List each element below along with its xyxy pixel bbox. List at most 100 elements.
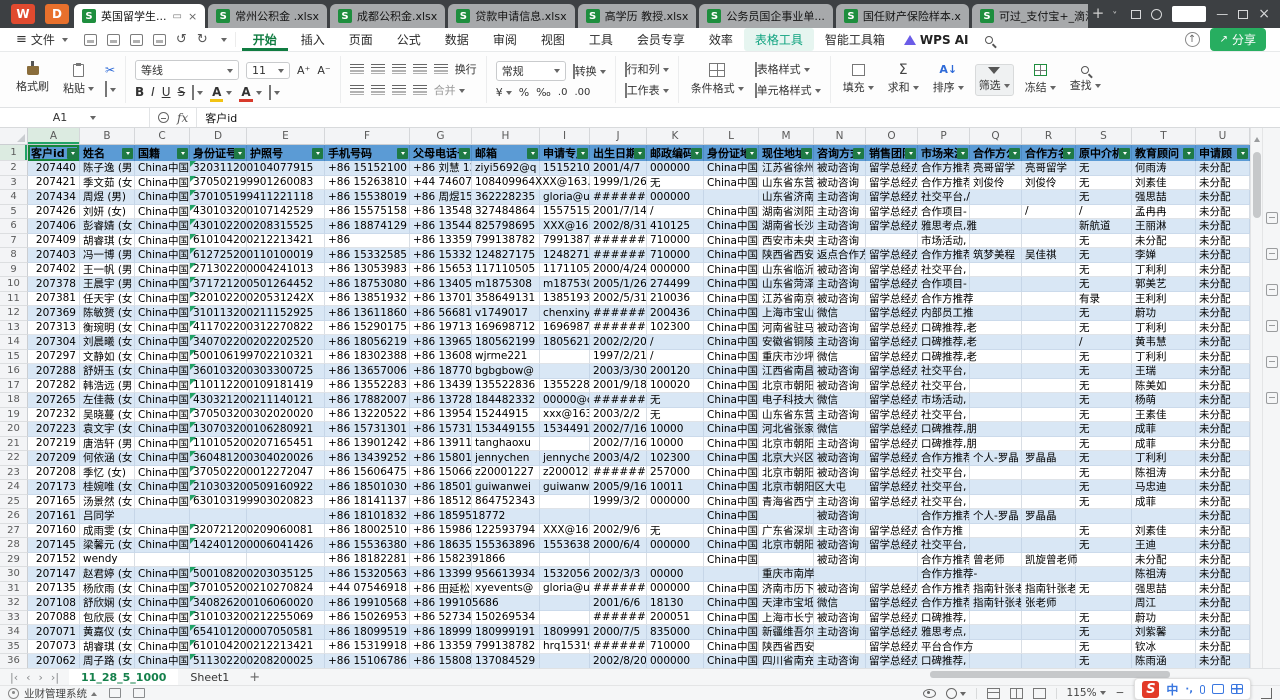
header-cell-D1[interactable]: 身份证号	[190, 145, 247, 161]
cell-B25[interactable]: 汤景然 (女	[80, 495, 135, 510]
row-header-35[interactable]: 35	[0, 640, 28, 655]
cell-G29[interactable]: +86 1582391866	[410, 553, 472, 568]
cell-B36[interactable]: 周子路 (女	[80, 654, 135, 668]
cell-C18[interactable]: China中国	[135, 393, 190, 408]
cell-D11[interactable]: 32010220020531242X	[190, 292, 247, 307]
cell-S13[interactable]: 无	[1076, 321, 1132, 336]
cell-C22[interactable]: China中国	[135, 451, 190, 466]
cell-N30[interactable]	[814, 567, 866, 582]
document-tab-5[interactable]: S公务员国企事业单...	[699, 4, 833, 28]
cell-M33[interactable]: 上海市长宁	[759, 611, 814, 626]
cell-H27[interactable]: 122593794	[472, 524, 540, 539]
cell-M21[interactable]: 北京市朝阳	[759, 437, 814, 452]
cell-G6[interactable]: +86 1354402198	[410, 219, 472, 234]
cell-U15[interactable]: 未分配	[1196, 350, 1250, 365]
cell-A25[interactable]: 207165	[28, 495, 80, 510]
cell-R30[interactable]	[1022, 567, 1076, 582]
filter-button-K[interactable]	[691, 148, 702, 159]
align-right-icon[interactable]	[392, 85, 406, 95]
cell-P32[interactable]: 合作方推荐	[918, 596, 970, 611]
side-panel-icon-1[interactable]	[1266, 212, 1278, 224]
cell-G27[interactable]: +86 1598680231	[410, 524, 472, 539]
cell-F35[interactable]: +86 15319918	[325, 640, 410, 655]
row-header-18[interactable]: 18	[0, 393, 28, 408]
cell-J31[interactable]: ########	[590, 582, 647, 597]
cell-I32[interactable]	[540, 596, 590, 611]
cell-K24[interactable]: 10011	[647, 480, 704, 495]
cell-P8[interactable]: 合作方推荐	[918, 248, 970, 263]
cell-J32[interactable]: 2001/6/6	[590, 596, 647, 611]
cell-L14[interactable]: China中国	[704, 335, 759, 350]
cell-K17[interactable]: 100020	[647, 379, 704, 394]
cell-K32[interactable]: 18130	[647, 596, 704, 611]
side-panel-icon-4[interactable]	[1266, 320, 1278, 332]
cell-F3[interactable]: +86 15263810	[325, 176, 410, 191]
cell-R11[interactable]	[1022, 292, 1076, 307]
cell-Q7[interactable]	[970, 234, 1022, 249]
cell-G33[interactable]: +86 52734062	[410, 611, 472, 626]
cell-D31[interactable]: 370105200210270824	[190, 582, 247, 597]
cell-S19[interactable]: 无	[1076, 408, 1132, 423]
cell-U36[interactable]: 未分配	[1196, 654, 1250, 668]
cell-K11[interactable]: 210036	[647, 292, 704, 307]
cell-I16[interactable]	[540, 364, 590, 379]
cell-L21[interactable]: China中国	[704, 437, 759, 452]
cell-M31[interactable]: 济南市历下	[759, 582, 814, 597]
cell-U29[interactable]: 未分配	[1196, 553, 1250, 568]
cell-U35[interactable]: 未分配	[1196, 640, 1250, 655]
cell-G4[interactable]: +86 周煜155380	[410, 190, 472, 205]
cell-T14[interactable]: 黄韦慧	[1132, 335, 1196, 350]
column-header-P[interactable]: P	[918, 128, 970, 145]
cell-T6[interactable]: 王丽淋	[1132, 219, 1196, 234]
cell-K18[interactable]: 无	[647, 393, 704, 408]
cell-D13[interactable]: 411702200312270822	[190, 321, 247, 336]
cell-S29[interactable]	[1076, 553, 1132, 568]
cell-C35[interactable]: China中国	[135, 640, 190, 655]
cell-Q36[interactable]	[970, 654, 1022, 668]
cell-B19[interactable]: 吴晓蔓 (女	[80, 408, 135, 423]
cell-J5[interactable]: 2001/7/14	[590, 205, 647, 220]
row-header-8[interactable]: 8	[0, 248, 28, 263]
cell-K14[interactable]: /	[647, 335, 704, 350]
cell-U9[interactable]: 未分配	[1196, 263, 1250, 278]
row-header-29[interactable]: 29	[0, 553, 28, 568]
cell-H18[interactable]: 184482332	[472, 393, 540, 408]
row-header-34[interactable]: 34	[0, 625, 28, 640]
sort-button[interactable]: A↓排序	[930, 62, 967, 97]
cell-S35[interactable]: 无	[1076, 640, 1132, 655]
status-icon-1[interactable]	[109, 688, 121, 698]
filter-button-P[interactable]	[957, 148, 968, 159]
cell-K27[interactable]: 无	[647, 524, 704, 539]
filter-button-C[interactable]	[177, 148, 188, 159]
cell-A27[interactable]: 207160	[28, 524, 80, 539]
cell-B6[interactable]: 彭睿婧 (女	[80, 219, 135, 234]
row-header-32[interactable]: 32	[0, 596, 28, 611]
cell-C24[interactable]: China中国	[135, 480, 190, 495]
bold-button[interactable]: B	[135, 85, 144, 99]
cell-F23[interactable]: +86 15606475	[325, 466, 410, 481]
cell-A26[interactable]: 207161	[28, 509, 80, 524]
cell-D15[interactable]: 500106199702210321	[190, 350, 247, 365]
sogou-logo-icon[interactable]: S	[1142, 681, 1159, 698]
close-button[interactable]: ×	[1258, 7, 1270, 21]
cell-R25[interactable]	[1022, 495, 1076, 510]
cell-H4[interactable]: 362228235	[472, 190, 540, 205]
filter-button-M[interactable]	[801, 148, 812, 159]
quick-access-chevron-icon[interactable]	[221, 38, 227, 45]
cell-U6[interactable]: 未分配	[1196, 219, 1250, 234]
cell-L30[interactable]	[704, 567, 759, 582]
cell-J21[interactable]: 2002/7/16	[590, 437, 647, 452]
cell-L33[interactable]: China中国	[704, 611, 759, 626]
cell-S8[interactable]: 无	[1076, 248, 1132, 263]
cell-Q6[interactable]	[970, 219, 1022, 234]
cell-G26[interactable]: +86 1859518772	[410, 509, 472, 524]
header-cell-O1[interactable]: 销售团队	[866, 145, 918, 161]
cell-S36[interactable]: 无	[1076, 654, 1132, 668]
cell-B24[interactable]: 桂婉唯 (女	[80, 480, 135, 495]
eye-protection-icon[interactable]	[923, 689, 936, 698]
cell-J28[interactable]: 2000/6/4	[590, 538, 647, 553]
cut-icon[interactable]: ✂	[105, 63, 116, 77]
cell-R16[interactable]	[1022, 364, 1076, 379]
cell-R2[interactable]: 亮哥留学	[1022, 161, 1076, 176]
cell-L28[interactable]: China中国	[704, 538, 759, 553]
